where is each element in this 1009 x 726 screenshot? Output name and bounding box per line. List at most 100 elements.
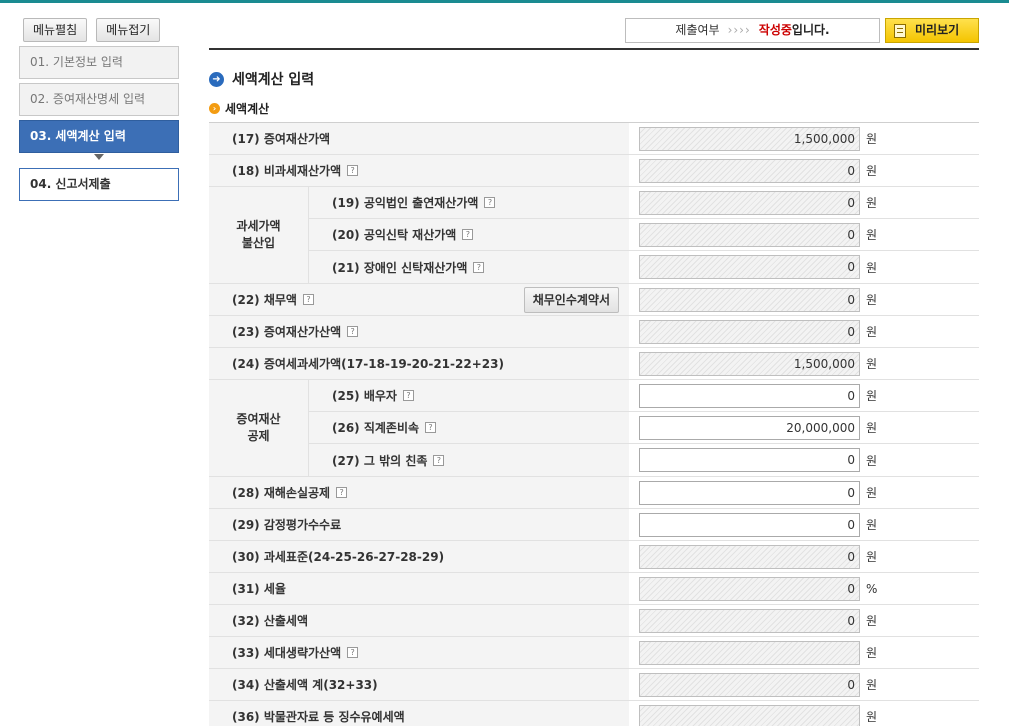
row-label: (28) 재해손실공제? xyxy=(209,477,629,508)
disabled-trust-value-field xyxy=(639,255,860,279)
row-label-text: (28) 재해손실공제 xyxy=(232,486,331,500)
unit-label: 원 xyxy=(866,646,878,660)
public-corp-contribution-field xyxy=(639,190,860,215)
row-label: (32) 산출세액 xyxy=(209,605,629,636)
tax-calculation-table: (17) 증여재산가액 원 (18) 비과세재산가액? 원 과세가액 불산입 (… xyxy=(209,122,979,726)
row-label: (26) 직계존비속? xyxy=(309,412,629,443)
row-tax-rate: (31) 세율 % xyxy=(209,573,979,605)
help-icon[interactable]: ? xyxy=(336,487,348,498)
row-label-text: (30) 과세표준(24-25-26-27-28-29) xyxy=(232,550,445,564)
unit-label: % xyxy=(866,581,878,596)
row-label: (20) 공익신탁 재산가액? xyxy=(309,219,629,250)
unit-label: 원 xyxy=(866,325,878,339)
row-lineal-deduction: (26) 직계존비속? 원 xyxy=(309,412,979,444)
row-label-text: (34) 산출세액 계(32+33) xyxy=(232,678,378,692)
debt-assumption-contract-button[interactable]: 채무인수계약서 xyxy=(523,287,619,313)
unit-label: 원 xyxy=(866,293,878,307)
help-icon[interactable]: ? xyxy=(462,229,474,240)
preview-label: 미리보기 xyxy=(915,23,960,37)
help-icon[interactable]: ? xyxy=(484,197,496,208)
header-divider xyxy=(209,48,979,50)
lineal-deduction-input[interactable] xyxy=(639,415,860,440)
unit-label: 원 xyxy=(866,132,878,146)
tax-base-field xyxy=(639,544,860,569)
bullet-icon: › xyxy=(209,103,220,114)
document-icon xyxy=(894,23,906,38)
status-suffix: 입니다. xyxy=(791,23,830,37)
row-label: (36) 박물관자료 등 징수유예세액 xyxy=(209,701,629,726)
row-label: (34) 산출세액 계(32+33) xyxy=(209,669,629,700)
step-submit-report[interactable]: 04. 신고서제출 xyxy=(19,168,179,201)
row-generation-skip-addition: (33) 세대생략가산액? 원 xyxy=(209,637,979,669)
row-label: (18) 비과세재산가액? xyxy=(209,155,629,186)
row-label-text: (31) 세율 xyxy=(232,582,286,596)
help-icon[interactable]: ? xyxy=(425,422,437,433)
row-spouse-deduction: (25) 배우자? 원 xyxy=(309,380,979,412)
unit-label: 원 xyxy=(866,260,878,275)
row-label-text: (17) 증여재산가액 xyxy=(232,132,331,146)
row-label-text: (23) 증여재산가산액 xyxy=(232,325,342,339)
step-navigation: 01. 기본정보 입력 02. 증여재산명세 입력 03. 세액계산 입력 04… xyxy=(19,46,179,205)
help-icon[interactable]: ? xyxy=(347,326,359,337)
row-label-text: (19) 공익법인 출연재산가액 xyxy=(332,196,479,210)
unit-label: 원 xyxy=(866,357,878,371)
step-basic-info[interactable]: 01. 기본정보 입력 xyxy=(19,46,179,79)
row-label: (23) 증여재산가산액? xyxy=(209,316,629,347)
disaster-loss-deduction-input[interactable] xyxy=(639,480,860,505)
row-label: (30) 과세표준(24-25-26-27-28-29) xyxy=(209,541,629,572)
row-label-text: (18) 비과세재산가액 xyxy=(232,164,342,178)
spouse-deduction-input[interactable] xyxy=(639,383,860,408)
calculated-tax-field xyxy=(639,608,860,633)
row-gift-property-value: (17) 증여재산가액 원 xyxy=(209,123,979,155)
public-trust-value-field xyxy=(639,222,860,247)
debt-amount-field xyxy=(639,287,860,312)
step-tax-calculation[interactable]: 03. 세액계산 입력 xyxy=(19,120,179,153)
menu-collapse-button[interactable]: 메뉴접기 xyxy=(96,18,161,42)
nontaxable-value-field xyxy=(639,158,860,183)
row-museum-deferral: (36) 박물관자료 등 징수유예세액 원 xyxy=(209,701,979,726)
row-label-text: (20) 공익신탁 재산가액 xyxy=(332,228,457,242)
row-label-text: (32) 산출세액 xyxy=(232,614,309,628)
other-relatives-deduction-input[interactable] xyxy=(639,448,860,472)
exclusion-group: 과세가액 불산입 (19) 공익법인 출연재산가액? 원 (20) 공익신탁 재… xyxy=(209,187,979,284)
sub-title-text: 세액계산 xyxy=(225,102,270,116)
row-label-text: (25) 배우자 xyxy=(332,389,397,403)
help-icon[interactable]: ? xyxy=(347,165,359,176)
exclusion-group-label: 과세가액 불산입 xyxy=(209,187,309,283)
row-label-text: (24) 증여세과세가액(17-18-19-20-21-22+23) xyxy=(232,357,504,371)
status-value: 작성중 xyxy=(758,23,792,37)
row-label: (24) 증여세과세가액(17-18-19-20-21-22+23) xyxy=(209,348,629,379)
unit-label: 원 xyxy=(866,486,878,500)
menu-expand-button[interactable]: 메뉴펼침 xyxy=(23,18,88,42)
help-icon[interactable]: ? xyxy=(402,390,414,401)
row-debt-amount: (22) 채무액? 채무인수계약서 원 xyxy=(209,284,979,316)
row-label-text: (27) 그 밖의 친족 xyxy=(332,453,428,468)
row-gift-addition: (23) 증여재산가산액? 원 xyxy=(209,316,979,348)
sub-title: › 세액계산 xyxy=(209,100,269,117)
preview-button[interactable]: 미리보기 xyxy=(885,18,979,43)
row-label: (17) 증여재산가액 xyxy=(209,123,629,154)
row-other-relatives-deduction: (27) 그 밖의 친족? 원 xyxy=(309,444,979,476)
row-label: (33) 세대생략가산액? xyxy=(209,637,629,668)
help-icon[interactable]: ? xyxy=(473,261,485,273)
help-icon[interactable]: ? xyxy=(347,647,359,658)
help-icon[interactable]: ? xyxy=(433,454,445,466)
appraisal-fee-input[interactable] xyxy=(639,512,860,537)
row-calculated-tax-total: (34) 산출세액 계(32+33) 원 xyxy=(209,669,979,701)
unit-label: 원 xyxy=(866,614,878,628)
status-label: 제출여부 xyxy=(675,23,720,37)
unit-label: 원 xyxy=(866,196,878,210)
row-label-text: (33) 세대생략가산액 xyxy=(232,646,342,660)
section-title-text: 세액계산 입력 xyxy=(232,72,315,88)
row-label-text: (36) 박물관자료 등 징수유예세액 xyxy=(232,710,405,724)
row-label: (19) 공익법인 출연재산가액? xyxy=(309,187,629,218)
row-appraisal-fee: (29) 감정평가수수료 원 xyxy=(209,509,979,541)
row-label-text: (21) 장애인 신탁재산가액 xyxy=(332,260,468,275)
row-label-text: (29) 감정평가수수료 xyxy=(232,518,342,532)
unit-label: 원 xyxy=(866,518,878,532)
step-gift-property[interactable]: 02. 증여재산명세 입력 xyxy=(19,83,179,116)
unit-label: 원 xyxy=(866,228,878,242)
help-icon[interactable]: ? xyxy=(302,294,314,305)
row-label: (21) 장애인 신탁재산가액? xyxy=(309,251,629,283)
generation-skip-addition-field xyxy=(639,640,860,665)
